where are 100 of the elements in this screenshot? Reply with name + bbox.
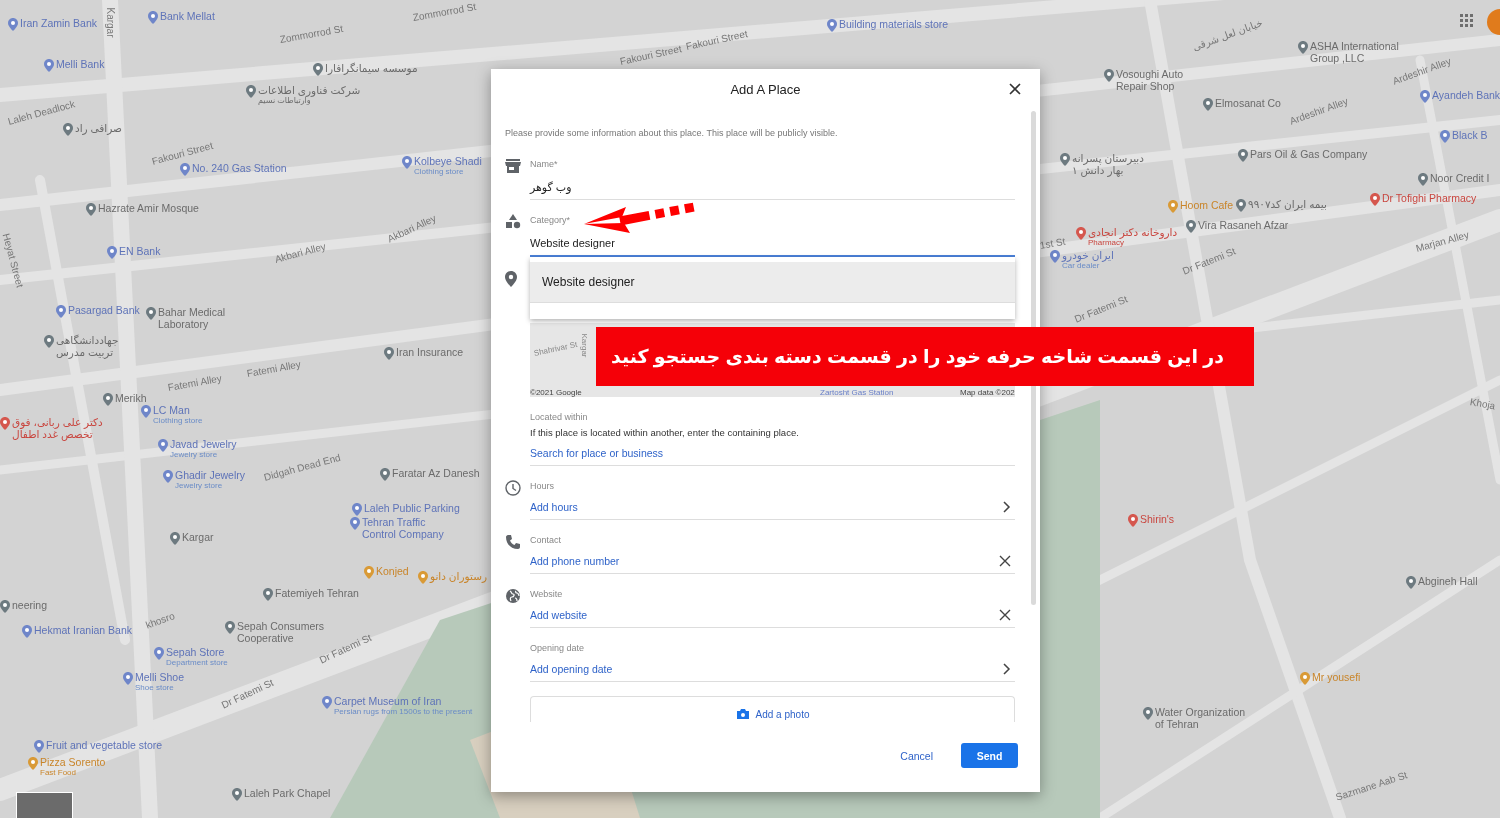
map-pin-icon[interactable] bbox=[146, 307, 156, 320]
map-pin-icon[interactable] bbox=[827, 19, 837, 32]
map-pin-icon[interactable] bbox=[8, 18, 18, 31]
map-pin-icon[interactable] bbox=[1104, 69, 1114, 82]
map-pin-icon[interactable] bbox=[123, 672, 133, 685]
map-pin-icon[interactable] bbox=[44, 335, 54, 348]
place-label[interactable]: Ayandeh Bank bbox=[1432, 89, 1500, 101]
place-label[interactable]: Tehran Traffic Control Company bbox=[362, 516, 450, 540]
place-label[interactable]: بیمه ایران کد۹۹۰۷ bbox=[1248, 198, 1327, 210]
place-label[interactable]: Bahar Medical Laboratory bbox=[158, 306, 236, 330]
place-label[interactable]: Ghadir Jewelry bbox=[175, 469, 246, 481]
map-pin-icon[interactable] bbox=[56, 305, 66, 318]
map-pin-icon[interactable] bbox=[0, 600, 10, 613]
map-pin-icon[interactable] bbox=[1298, 41, 1308, 54]
map-pin-icon[interactable] bbox=[86, 203, 96, 216]
place-label[interactable]: Bank Mellat bbox=[160, 10, 215, 22]
send-button[interactable]: Send bbox=[961, 743, 1018, 768]
map-pin-icon[interactable] bbox=[418, 571, 428, 584]
clear-icon[interactable] bbox=[999, 555, 1011, 567]
map-pin-icon[interactable] bbox=[103, 393, 113, 406]
add-link[interactable]: Add opening date bbox=[530, 663, 613, 675]
place-label[interactable]: دبیرستان پسرانه بهار دانش ۱ bbox=[1072, 152, 1150, 176]
map-pin-icon[interactable] bbox=[1186, 220, 1196, 233]
place-label[interactable]: Pars Oil & Gas Company bbox=[1250, 148, 1368, 160]
place-label[interactable]: Black B bbox=[1452, 129, 1488, 141]
map-pin-icon[interactable] bbox=[263, 588, 273, 601]
place-label[interactable]: Merikh bbox=[115, 392, 147, 404]
map-pin-icon[interactable] bbox=[1420, 90, 1430, 103]
map-pin-icon[interactable] bbox=[402, 156, 412, 169]
place-label[interactable]: LC Man bbox=[153, 404, 203, 416]
map-pin-icon[interactable] bbox=[44, 59, 54, 72]
map-pin-icon[interactable] bbox=[1143, 707, 1153, 720]
place-label[interactable]: موسسه سیمانگرافارا bbox=[325, 62, 418, 74]
place-label[interactable]: دکتر علی ربانی، فوق تخصص غدد اطفال bbox=[12, 416, 105, 440]
chevron-icon[interactable] bbox=[1003, 501, 1011, 513]
apps-grid-icon[interactable] bbox=[1460, 14, 1473, 27]
map-pin-icon[interactable] bbox=[352, 503, 362, 516]
place-label[interactable]: Hoom Cafe bbox=[1180, 199, 1234, 211]
map-pin-icon[interactable] bbox=[1440, 130, 1450, 143]
map-pin-icon[interactable] bbox=[163, 470, 173, 483]
place-label[interactable]: Konjed bbox=[376, 565, 409, 577]
map-pin-icon[interactable] bbox=[158, 439, 168, 452]
add-link[interactable]: Add website bbox=[530, 609, 588, 621]
map-pin-icon[interactable] bbox=[384, 347, 394, 360]
place-label[interactable]: Laleh Park Chapel bbox=[244, 787, 331, 799]
map-pin-icon[interactable] bbox=[1050, 250, 1060, 263]
place-label[interactable]: Hazrate Amir Mosque bbox=[98, 202, 199, 214]
place-label[interactable]: Faratar Az Danesh bbox=[392, 467, 480, 479]
chevron-icon[interactable] bbox=[1003, 663, 1011, 675]
map-pin-icon[interactable] bbox=[28, 757, 38, 770]
place-label[interactable]: Fruit and vegetable store bbox=[46, 739, 163, 751]
place-label[interactable]: Iran Zamin Bank bbox=[20, 17, 98, 29]
map-pin-icon[interactable] bbox=[225, 621, 235, 634]
map-pin-icon[interactable] bbox=[22, 625, 32, 638]
map-pin-icon[interactable] bbox=[1076, 227, 1086, 240]
map-pin-icon[interactable] bbox=[141, 405, 151, 418]
map-pin-icon[interactable] bbox=[63, 123, 73, 136]
clear-icon[interactable] bbox=[999, 609, 1011, 621]
place-label[interactable]: Dr Tofighi Pharmacy bbox=[1382, 192, 1477, 204]
place-label[interactable]: Noor Credit I bbox=[1430, 172, 1490, 184]
place-label[interactable]: صرافی راد bbox=[75, 122, 122, 134]
place-label[interactable]: Pizza Sorento bbox=[40, 756, 106, 768]
map-pin-icon[interactable] bbox=[154, 647, 164, 660]
place-label[interactable]: Melli Bank bbox=[56, 58, 105, 70]
place-label[interactable]: Javad Jewelry bbox=[170, 438, 237, 450]
place-label[interactable]: Vira Rasaneh Afzar bbox=[1198, 219, 1289, 231]
place-label[interactable]: EN Bank bbox=[119, 245, 161, 257]
place-label[interactable]: Mr yousefi bbox=[1312, 671, 1361, 683]
place-label[interactable]: Shirin's bbox=[1140, 513, 1175, 525]
place-label[interactable]: Iran Insurance bbox=[396, 346, 464, 358]
place-label[interactable]: داروخانه دکتر انجادی bbox=[1088, 226, 1178, 238]
map-pin-icon[interactable] bbox=[1168, 200, 1178, 213]
add-link[interactable]: Add phone number bbox=[530, 555, 620, 567]
place-label[interactable]: Melli Shoe bbox=[135, 671, 185, 683]
place-label[interactable]: ایران خودرو bbox=[1062, 249, 1114, 261]
add-link[interactable]: Add hours bbox=[530, 501, 578, 513]
map-pin-icon[interactable] bbox=[0, 417, 10, 430]
search-place-link[interactable]: Search for place or business bbox=[530, 447, 664, 459]
map-pin-icon[interactable] bbox=[107, 246, 117, 259]
place-label[interactable]: جهاددانشگاهی تربیت مدرس bbox=[56, 334, 129, 358]
place-label[interactable]: Hekmat Iranian Bank bbox=[34, 624, 133, 636]
map-pin-icon[interactable] bbox=[1418, 173, 1428, 186]
cancel-button[interactable]: Cancel bbox=[894, 743, 939, 768]
add-photo-button[interactable]: Add a photo bbox=[530, 696, 1015, 722]
place-label[interactable]: Kolbeye Shadi bbox=[414, 155, 482, 167]
map-pin-icon[interactable] bbox=[1203, 98, 1213, 111]
map-pin-icon[interactable] bbox=[1128, 514, 1138, 527]
place-label[interactable]: Fatemiyeh Tehran bbox=[275, 587, 359, 599]
map-pin-icon[interactable] bbox=[170, 532, 180, 545]
place-label[interactable]: neering bbox=[12, 599, 48, 611]
map-pin-icon[interactable] bbox=[380, 468, 390, 481]
place-label[interactable]: Pasargad Bank bbox=[68, 304, 140, 316]
suggestion-item[interactable]: Website designer bbox=[530, 262, 1015, 302]
map-pin-icon[interactable] bbox=[34, 740, 44, 753]
map-pin-icon[interactable] bbox=[246, 85, 256, 98]
map-pin-icon[interactable] bbox=[350, 517, 360, 530]
place-label[interactable]: Kargar bbox=[182, 531, 214, 543]
map-pin-icon[interactable] bbox=[1060, 153, 1070, 166]
map-pin-icon[interactable] bbox=[1406, 576, 1416, 589]
map-pin-icon[interactable] bbox=[232, 788, 242, 801]
